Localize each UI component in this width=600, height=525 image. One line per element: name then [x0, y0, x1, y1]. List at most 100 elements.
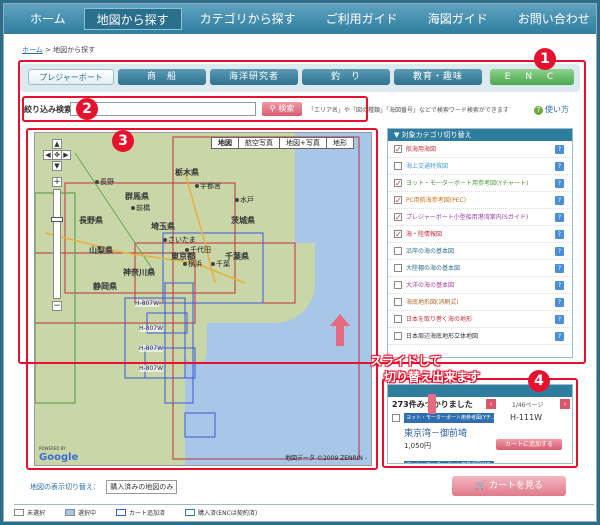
zoom-slider-handle[interactable] — [51, 217, 63, 222]
category-checkbox[interactable] — [394, 247, 402, 255]
zoom-out-icon[interactable]: − — [52, 301, 62, 311]
help-icon[interactable]: ? — [555, 179, 564, 188]
add-to-cart-button[interactable]: カートに追加する — [496, 439, 562, 450]
display-toggle-label: 地図の表示切り替え： — [30, 483, 100, 491]
category-checkbox[interactable] — [394, 162, 402, 170]
category-checkbox[interactable] — [394, 332, 402, 340]
category-row[interactable]: 海上交通特殊図? — [388, 158, 572, 175]
help-icon[interactable]: ? — [555, 264, 564, 273]
map-type-map[interactable]: 地図 — [212, 138, 239, 148]
prefecture-label: 茨城県 — [231, 216, 255, 225]
category-row[interactable]: ヨット・モーターボート用参考図(Yチャート)? — [388, 175, 572, 192]
pan-right-icon[interactable]: ▶ — [61, 150, 71, 160]
result-item-type-badge[interactable]: ヨット・モーターボート用参考図(Yチ... — [404, 461, 494, 463]
category-checkbox[interactable] — [394, 315, 402, 323]
map-type-hybrid[interactable]: 地図+写真 — [280, 138, 327, 148]
chart-code-label[interactable]: H-807W — [139, 325, 164, 332]
chart-code-label[interactable]: H-807W — [139, 345, 164, 352]
nav-chart-guide[interactable]: 海図ガイド — [416, 8, 500, 30]
category-label: 大陸棚の海の基本図 — [406, 265, 461, 272]
city-marker-icon — [195, 184, 199, 188]
category-row[interactable]: 大洋の海の基本図? — [388, 277, 572, 294]
help-icon[interactable]: ? — [555, 230, 564, 239]
pan-up-icon[interactable]: ▲ — [52, 139, 62, 149]
city-marker-icon — [211, 262, 215, 266]
category-checkbox[interactable] — [394, 209, 402, 225]
category-row[interactable]: 日本を取り巻く海の地形? — [388, 311, 572, 328]
category-label: 大洋の海の基本図 — [406, 282, 455, 289]
search-button-label: 検索 — [278, 104, 295, 113]
map-type-terrain[interactable]: 地形 — [327, 138, 353, 148]
tab-education-hobby[interactable]: 教育・趣味 — [394, 69, 482, 85]
zoom-in-icon[interactable]: + — [52, 177, 62, 187]
prefecture-label: 長野県 — [79, 216, 103, 225]
category-checkbox[interactable] — [394, 281, 402, 289]
powered-by-label: POWERED BY — [39, 446, 66, 451]
tab-pleasure-boat[interactable]: プレジャーボート — [28, 69, 114, 85]
legend-item-unselected: 未選択 — [14, 508, 45, 517]
nav-guide[interactable]: ご利用ガイド — [314, 8, 410, 30]
pan-down-icon[interactable]: ▼ — [52, 161, 62, 171]
category-row[interactable]: 海底地形図(消刷式)? — [388, 294, 572, 311]
chart-code-label[interactable]: H-807W — [139, 365, 164, 372]
purchased-only-checkbox[interactable]: 購入済みの地図のみ — [106, 480, 178, 494]
category-row[interactable]: 沿岸の海の基本図? — [388, 243, 572, 260]
category-row[interactable]: PC用航海参考図(PEC)? — [388, 192, 572, 209]
help-link[interactable]: ? 使い方 — [534, 104, 569, 115]
pager-prev-icon[interactable]: ‹ — [486, 399, 496, 409]
tab-enc[interactable]: E N C — [490, 69, 574, 85]
tab-merchant-ship[interactable]: 商 船 — [118, 69, 206, 85]
google-logo[interactable]: Google — [39, 452, 78, 463]
category-label: プレジャーボート小型船用港湾案内(Sガイド) — [406, 214, 529, 221]
help-icon[interactable]: ? — [555, 298, 564, 307]
annotation-number: 2 — [76, 98, 98, 120]
pager-next-icon[interactable]: › — [560, 399, 570, 409]
zoom-slider-track[interactable] — [53, 189, 61, 299]
category-label: 海底地形図(消刷式) — [406, 299, 459, 306]
category-checkbox[interactable] — [394, 175, 402, 191]
search-row: 絞り込み検索 ⚲ 検索 「エリア名」や「図の種類」「海図番号」などで検索ワード検… — [22, 98, 582, 120]
tab-fishing[interactable]: 釣 り — [302, 69, 390, 85]
result-item[interactable]: ヨット・モーターボート用参考図(Yチ... H-111W 東京湾－御前埼 1,0… — [392, 413, 570, 455]
annotation-number: 1 — [534, 48, 556, 70]
help-icon[interactable]: ? — [555, 213, 564, 222]
category-row[interactable]: 海・陸情報図? — [388, 226, 572, 243]
help-icon[interactable]: ? — [555, 281, 564, 290]
help-icon[interactable]: ? — [555, 332, 564, 341]
help-icon[interactable]: ? — [555, 196, 564, 205]
city-marker-icon — [163, 238, 167, 242]
category-checkbox[interactable] — [394, 226, 402, 242]
category-checkbox[interactable] — [394, 192, 402, 208]
view-cart-button[interactable]: 🛒 カートを見る — [452, 476, 566, 496]
nav-search-map[interactable]: 地図から探す — [83, 8, 182, 30]
category-row[interactable]: 日本周辺海底地形立体地図? — [388, 328, 572, 345]
chart-code-label[interactable]: H-807W — [135, 300, 160, 307]
category-checkbox[interactable] — [394, 298, 402, 306]
nav-contact[interactable]: お問い合わせ — [506, 8, 596, 30]
city-marker-icon — [183, 262, 187, 266]
breadcrumb-home-link[interactable]: ホーム — [22, 46, 43, 54]
help-icon[interactable]: ? — [555, 247, 564, 256]
category-label: 航海用海図 — [406, 146, 437, 153]
category-checkbox[interactable] — [394, 141, 402, 157]
question-icon: ? — [534, 106, 543, 115]
slide-arrow-stem — [428, 394, 436, 414]
category-row[interactable]: 航海用海図? — [388, 141, 572, 158]
result-name[interactable]: 東京湾－御前埼 — [404, 426, 467, 439]
city-label: 横浜 — [183, 259, 202, 269]
nav-home[interactable]: ホーム — [18, 8, 78, 30]
help-icon[interactable]: ? — [555, 315, 564, 324]
nav-search-category[interactable]: カテゴリから探す — [188, 8, 308, 30]
tab-ocean-researcher[interactable]: 海洋研究者 — [210, 69, 298, 85]
category-checkbox[interactable] — [394, 264, 402, 272]
help-icon[interactable]: ? — [555, 162, 564, 171]
category-row[interactable]: プレジャーボート小型船用港湾案内(Sガイド)? — [388, 209, 572, 226]
category-row[interactable]: 大陸棚の海の基本図? — [388, 260, 572, 277]
search-button[interactable]: ⚲ 検索 — [262, 102, 302, 116]
map-view[interactable]: 地図 航空写真 地図+写真 地形 ▲ ◀ ✥ ▶ ▼ + − 栃木県 群馬県 茨… — [34, 132, 372, 466]
legend-swatch — [185, 509, 196, 516]
breadcrumb-current: 地図から探す — [53, 46, 96, 54]
help-icon[interactable]: ? — [555, 145, 564, 154]
result-checkbox[interactable] — [392, 414, 400, 422]
map-type-satellite[interactable]: 航空写真 — [239, 138, 280, 148]
